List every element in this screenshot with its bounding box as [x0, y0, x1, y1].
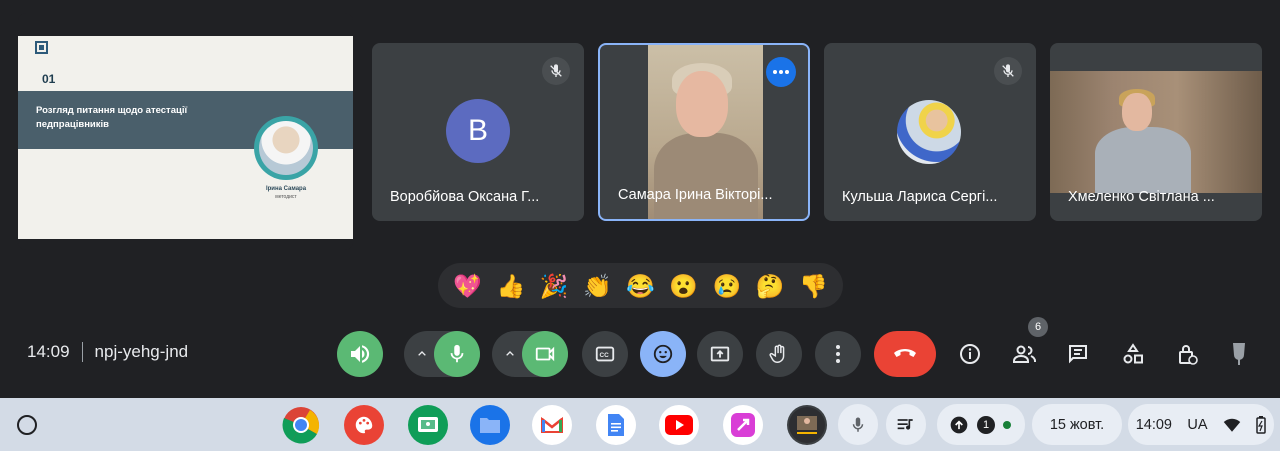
reaction-heart[interactable]: 💖: [450, 268, 486, 304]
participant-tile[interactable]: B Воробйова Оксана Г...: [372, 43, 584, 221]
more-options-icon[interactable]: [766, 57, 796, 87]
presenter-name: Ірина Самара: [265, 186, 307, 192]
slide-title: Розгляд питання щодо атестації педпраців…: [36, 105, 188, 130]
youtube-app-icon[interactable]: [659, 405, 699, 445]
mic-icon: [450, 344, 464, 363]
more-options-icon: [836, 345, 840, 363]
participant-tile[interactable]: Кульша Лариса Сергі...: [824, 43, 1036, 221]
slide: 01 Розгляд питання щодо атестації педпра…: [18, 36, 353, 239]
battery-icon: [1256, 415, 1267, 434]
reaction-thumbs-up[interactable]: 👍: [493, 268, 529, 304]
people-button[interactable]: [1009, 338, 1041, 370]
people-icon: [1013, 345, 1036, 363]
system-shelf: 1 15 жовт. 14:09 UA: [0, 398, 1280, 451]
divider: [81, 342, 83, 362]
present-icon: [710, 346, 730, 362]
meet-window-thumbnail[interactable]: [787, 405, 827, 445]
sketch-app-icon[interactable]: [723, 405, 763, 445]
reaction-thinking[interactable]: 🤔: [752, 268, 788, 304]
reaction-surprised[interactable]: 😮: [666, 268, 702, 304]
meeting-time: 14:09: [27, 342, 70, 361]
participant-name: Кульша Лариса Сергі...: [842, 189, 998, 205]
date-label: 15 жовт.: [1049, 416, 1105, 433]
mic-icon: [852, 417, 864, 432]
input-method: UA: [1187, 416, 1208, 433]
activities-button[interactable]: [1117, 338, 1149, 370]
slide-logo-icon: [35, 41, 48, 54]
presenter-photo: [254, 116, 318, 180]
canvas-app-icon[interactable]: [344, 405, 384, 445]
mic-control[interactable]: [404, 331, 480, 377]
gmail-app-icon[interactable]: [532, 405, 572, 445]
playlist-icon: [897, 418, 913, 430]
host-controls-button[interactable]: [1171, 338, 1203, 370]
participant-tile-active[interactable]: Самара Ірина Вікторі...: [598, 43, 810, 221]
mic-off-icon: [994, 57, 1022, 85]
raise-hand-button[interactable]: [756, 331, 802, 377]
reaction-party[interactable]: 🎉: [536, 268, 572, 304]
captions-button[interactable]: CC: [582, 331, 628, 377]
meeting-info: 14:09 npj-yehg-jnd: [27, 342, 188, 362]
status-tray[interactable]: 14:09 UA: [1128, 404, 1274, 445]
participant-video: [1050, 71, 1262, 193]
leave-call-icon: [894, 349, 916, 357]
emoji-icon: [653, 344, 673, 364]
present-button[interactable]: [697, 331, 743, 377]
shelf-mic-button[interactable]: [838, 404, 878, 445]
participants-count-badge: 6: [1028, 317, 1048, 337]
participant-tile[interactable]: Хмеленко Світлана ...: [1050, 43, 1262, 221]
date-tray[interactable]: 15 жовт.: [1032, 404, 1122, 445]
reaction-laugh[interactable]: 😂: [622, 268, 658, 304]
info-button[interactable]: [954, 338, 986, 370]
classroom-app-icon[interactable]: [408, 405, 448, 445]
captions-icon: CC: [595, 346, 615, 362]
slide-number: 01: [42, 72, 56, 86]
camera-button[interactable]: [522, 331, 568, 377]
camera-control[interactable]: [492, 331, 568, 377]
chat-icon: [1069, 345, 1087, 364]
raise-hand-icon: [769, 344, 785, 363]
more-options-button[interactable]: [815, 331, 861, 377]
files-app-icon[interactable]: [470, 405, 510, 445]
chat-button[interactable]: [1062, 338, 1094, 370]
clock: 14:09: [1135, 416, 1172, 433]
reaction-clap[interactable]: 👏: [579, 268, 615, 304]
chrome-app-icon[interactable]: [281, 405, 321, 445]
reactions-bar: 💖 👍 🎉 👏 😂 😮 😢 🤔 👎: [438, 263, 843, 308]
speaker-icon: [351, 345, 370, 363]
speaker-button[interactable]: [337, 331, 383, 377]
companion-mode-button[interactable]: [1223, 338, 1255, 370]
svg-text:CC: CC: [600, 352, 610, 359]
host-controls-icon: [1179, 345, 1198, 365]
chevron-up-icon[interactable]: [502, 346, 518, 362]
notification-tray[interactable]: 1: [937, 404, 1025, 445]
chevron-up-icon[interactable]: [414, 346, 430, 362]
mic-off-icon: [542, 57, 570, 85]
companion-icon: [1233, 343, 1245, 365]
participant-name: Самара Ірина Вікторі...: [618, 187, 773, 203]
leave-call-button[interactable]: [874, 331, 936, 377]
wifi-icon: [1223, 418, 1241, 432]
avatar: [897, 100, 961, 164]
media-controls-button[interactable]: [886, 404, 926, 445]
reaction-thumbs-down[interactable]: 👎: [795, 268, 831, 304]
meeting-code: npj-yehg-jnd: [94, 342, 189, 361]
launcher-button[interactable]: [17, 415, 37, 435]
docs-app-icon[interactable]: [596, 405, 636, 445]
camera-icon: [535, 346, 555, 362]
avatar: B: [446, 99, 510, 163]
reaction-sad[interactable]: 😢: [709, 268, 745, 304]
presentation-tile[interactable]: 01 Розгляд питання щодо атестації педпра…: [18, 13, 353, 250]
notification-count: 1: [977, 415, 995, 434]
emoji-button[interactable]: [640, 331, 686, 377]
mic-button[interactable]: [434, 331, 480, 377]
upload-icon: [950, 416, 968, 433]
info-icon: [960, 344, 980, 364]
presenter-role: методист: [275, 194, 297, 200]
participant-name: Хмеленко Світлана ...: [1068, 189, 1215, 205]
participant-name: Воробйова Оксана Г...: [390, 189, 540, 205]
activities-icon: [1123, 343, 1143, 364]
status-dot-icon: [1003, 420, 1011, 429]
